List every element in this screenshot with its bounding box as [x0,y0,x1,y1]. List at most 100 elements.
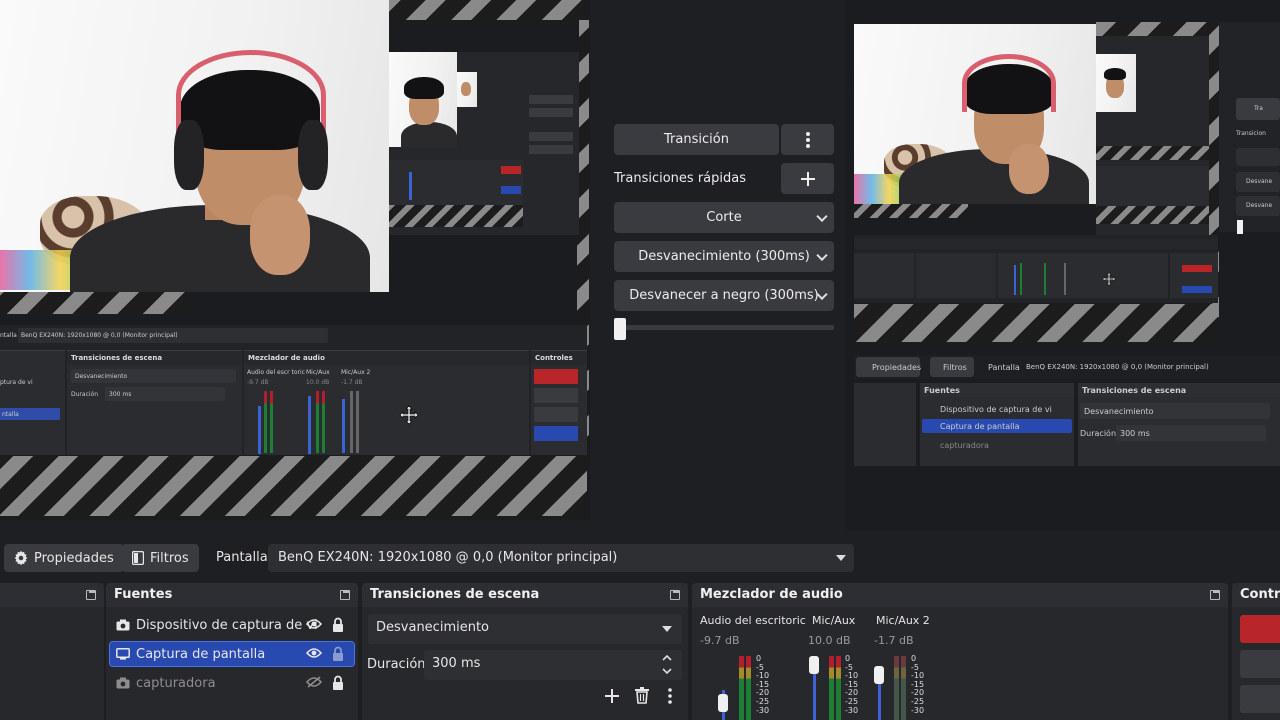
source-item[interactable]: capturadora [110,671,354,695]
transition-button-label: Transición [664,132,729,147]
float-dock-icon[interactable] [340,590,350,600]
unlock-icon[interactable] [332,646,344,661]
source-item-label: Captura de pantalla [136,646,266,662]
filters-button[interactable]: Filtros [122,544,199,572]
spin-down-icon[interactable] [662,668,672,674]
mini-transitions-title: Transiciones de escena [67,351,242,365]
nested-screen-capture [389,20,579,235]
move-cursor-icon [399,405,419,425]
filters-label: Filtros [150,550,189,566]
display-label: Pantalla [216,550,268,565]
program-transitions-title: Transiciones de escena [1082,386,1187,395]
tbar-handle[interactable] [614,318,626,340]
quick-transition-1[interactable]: Corte [614,202,834,233]
trash-icon[interactable] [635,687,649,704]
channel-name: Mic/Aux [812,614,856,627]
transition-button[interactable]: Transición [614,124,779,155]
audio-mixer-title: Mezclador de audio [700,587,843,602]
display-select-value: BenQ EX240N: 1920x1080 @ 0,0 (Monitor pr… [278,550,618,565]
program-duration-label: Duración [1080,429,1117,438]
program-duration-value: 300 ms [1120,429,1150,438]
sources-dock: Fuentes Dispositivo de captura de vi Cap… [106,583,358,720]
program-sources-title: Fuentes [924,386,960,395]
float-dock-icon[interactable] [86,590,96,600]
program-display-label: Pantalla [988,363,1020,372]
scene-transitions-title: Transiciones de escena [370,587,540,602]
program-display-value: BenQ EX240N: 1920x1080 @ 0,0 (Monitor pr… [1026,363,1209,371]
source-item-selected[interactable]: Captura de pantalla [109,641,355,667]
preview-stripes-top [389,0,587,20]
eye-icon[interactable] [306,618,322,630]
volume-fader-knob[interactable] [809,656,819,674]
mini-display-label: ntalla [0,332,17,339]
studio-preview[interactable]: ntalla BenQ EX240N: 1920x1080 @ 0,0 (Mon… [0,0,590,520]
channel-db: -1.7 dB [874,634,914,647]
mini-db1: -9.7 dB [247,379,269,386]
volume-meter [739,656,744,720]
mini-display-value: BenQ EX240N: 1920x1080 @ 0,0 (Monitor pr… [21,332,178,339]
virtual-camera-button[interactable] [1240,685,1280,713]
chevron-down-icon [816,210,828,222]
program-side-1: Tra [1254,105,1263,112]
add-quick-transition-button[interactable] [781,163,834,194]
mini-obs-ui: ntalla BenQ EX240N: 1920x1080 @ 0,0 (Mon… [0,325,587,455]
preview-stripes-bottom [0,456,587,516]
kebab-menu-icon[interactable] [668,688,672,704]
duration-field[interactable]: 300 ms [424,650,682,680]
stripes-under-webcam [0,292,188,314]
start-recording-button[interactable] [1240,650,1280,678]
eye-icon[interactable] [306,647,322,659]
duration-label: Duración [367,657,426,672]
dropdown-caret-icon [836,555,846,561]
plus-icon [800,171,815,186]
display-select[interactable]: BenQ EX240N: 1920x1080 @ 0,0 (Monitor pr… [268,544,854,572]
program-src-2: Captura de pantalla [940,422,1020,431]
program-transition-value: Desvanecimiento [1084,407,1154,416]
scene-transitions-dock: Transiciones de escena Desvanecimiento D… [362,583,688,720]
mini-db2: 10.0 dB [306,379,330,386]
float-dock-icon[interactable] [670,590,680,600]
volume-fader-knob[interactable] [718,694,728,712]
meter-scale: 0 -5 -10 -15 -20 -25 -30 [845,654,859,715]
eye-hidden-icon[interactable] [306,676,322,688]
program-properties: Propiedades [872,363,922,372]
lock-icon[interactable] [332,617,344,632]
mini-src-1: ptura de vi [0,379,33,386]
source-item[interactable]: Dispositivo de captura de vi [110,613,354,637]
lock-icon[interactable] [332,675,344,690]
channel-name: Mic/Aux 2 [876,614,930,627]
webcam-feed [0,0,389,292]
mini-db3: -1.7 dB [341,379,363,386]
source-item-label: Dispositivo de captura de vi [136,617,318,633]
program-src-3: capturadora [940,441,989,450]
filter-icon [132,551,144,565]
quick-transitions-label: Transiciones rápidas [614,171,746,186]
mini-src-2: ntalla [2,411,19,418]
source-item-label: capturadora [136,675,216,691]
tbar-track[interactable] [614,325,834,330]
program-side-3: Desvane [1246,178,1273,185]
mini-ch1: Audio del escr toric [247,369,305,376]
quick-transition-1-label: Corte [706,210,742,225]
add-transition-icon[interactable] [604,688,620,704]
monitor-icon [116,648,130,660]
mini-mixer-title: Mezclador de audio [244,351,529,365]
start-streaming-button[interactable] [1240,615,1280,643]
float-dock-icon[interactable] [1210,590,1220,600]
quick-transition-2[interactable]: Desvanecimiento (300ms) [614,241,834,272]
meter-scale: 0 -5 -10 -15 -20 -25 -30 [756,654,770,715]
camera-icon [116,619,130,631]
transition-select[interactable]: Desvanecimiento [368,614,682,644]
spin-up-icon[interactable] [662,655,672,661]
transition-menu-button[interactable] [781,124,834,155]
volume-fader-knob[interactable] [874,666,884,684]
properties-label: Propiedades [34,550,114,566]
volume-meter [894,656,899,720]
duration-value: 300 ms [432,656,481,671]
quick-transition-3[interactable]: Desvanecer a negro (300ms) [614,280,834,311]
mini-duration-value: 300 ms [109,391,132,398]
gear-icon [14,551,28,565]
meter-scale: 0 -5 -10 -15 -20 -25 -30 [911,654,925,715]
properties-button[interactable]: Propiedades [4,544,124,572]
channel-name: Audio del escritoric [700,614,806,627]
